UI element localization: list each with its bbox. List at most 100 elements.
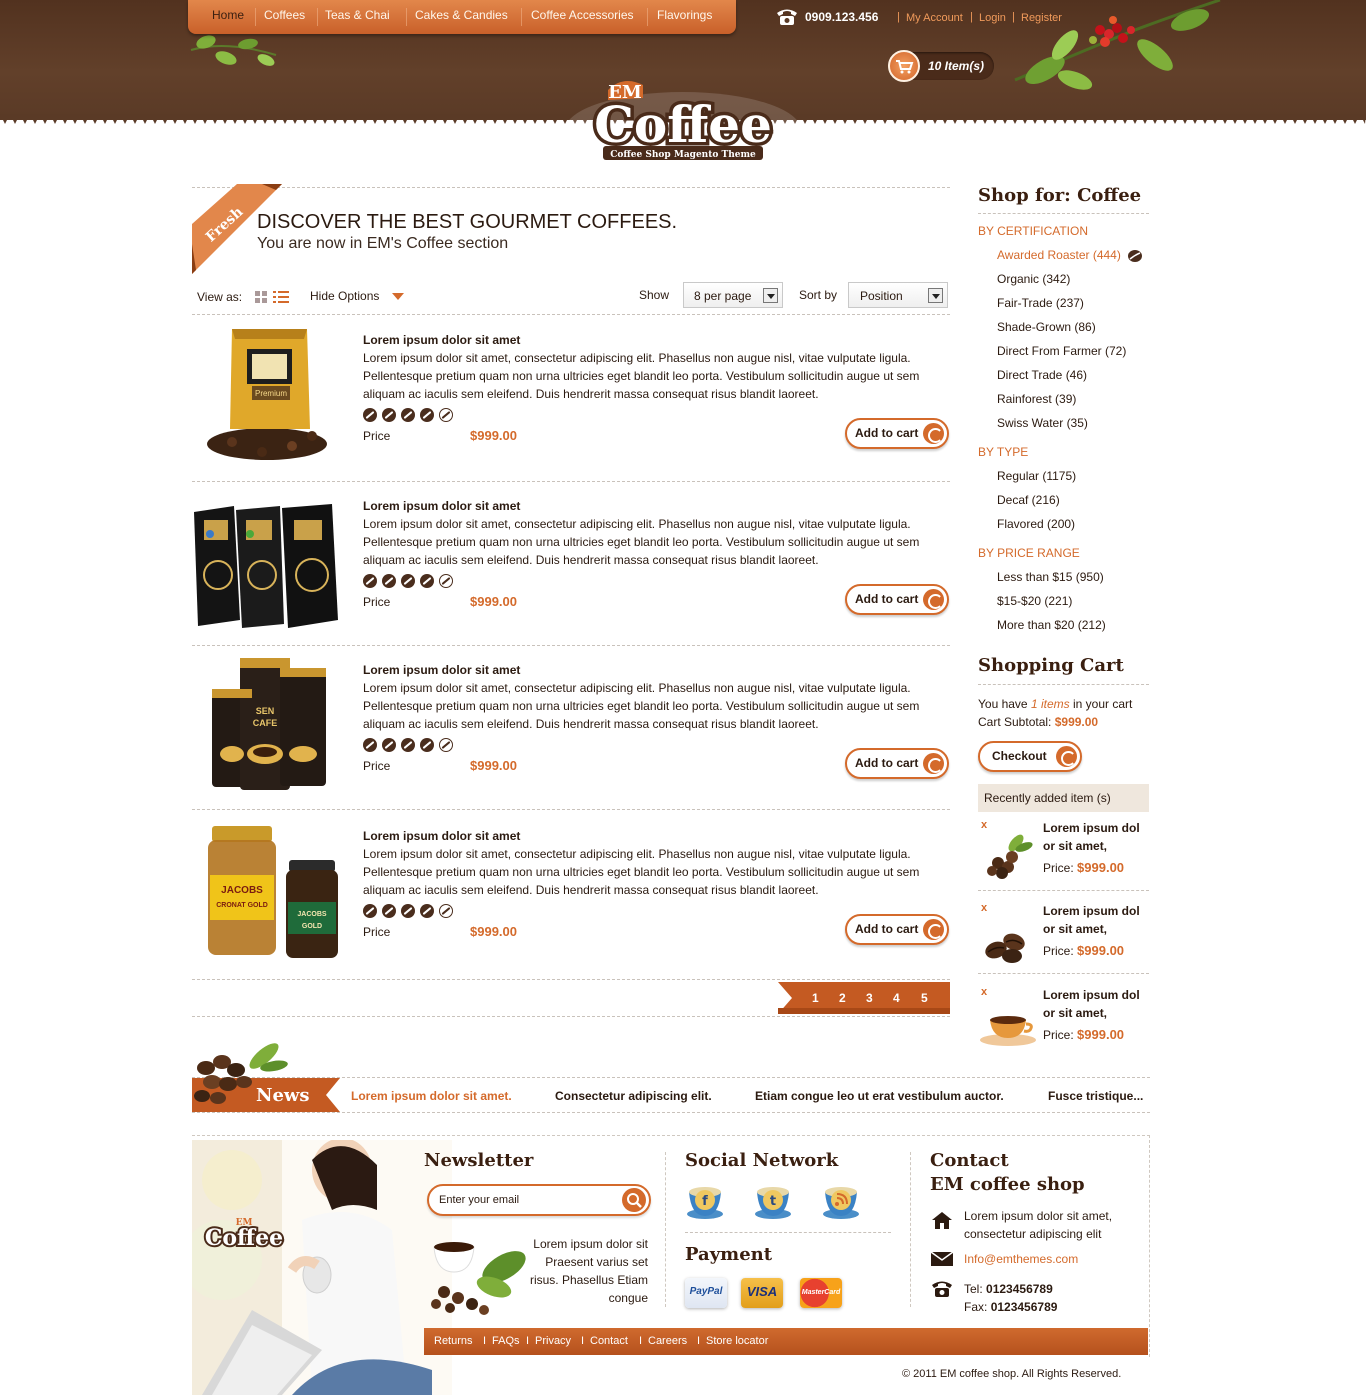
svg-text:f: f: [702, 1194, 708, 1209]
cart-items-link[interactable]: 1 items: [1031, 697, 1070, 711]
product-title[interactable]: Lorem ipsum dolor sit amet: [363, 829, 520, 843]
add-to-cart-button[interactable]: Add to cart: [845, 418, 949, 449]
contact-fax: Fax: 0123456789: [964, 1300, 1058, 1314]
bean-filled-icon: [382, 574, 396, 588]
svg-text:SEN: SEN: [256, 706, 275, 716]
grid-view-icon[interactable]: [255, 291, 267, 303]
filter-flavored[interactable]: Flavored (200): [997, 517, 1075, 531]
visa-icon: VISA: [741, 1278, 783, 1308]
filter-swiss-water[interactable]: Swiss Water (35): [997, 416, 1088, 430]
add-to-cart-button[interactable]: Add to cart: [845, 584, 949, 615]
news-item[interactable]: Consectetur adipiscing elit.: [555, 1089, 712, 1103]
recent-item-title[interactable]: Lorem ipsum dol or sit amet,: [1043, 902, 1153, 938]
footer-link-store-locator[interactable]: Store locator: [706, 1335, 768, 1347]
footer-link-returns[interactable]: Returns: [434, 1335, 473, 1347]
coffee-bean-icon: [923, 919, 944, 940]
filter-shade-grown[interactable]: Shade-Grown (86): [997, 320, 1096, 334]
category-headline: DISCOVER THE BEST GOURMET COFFEES.: [257, 211, 678, 233]
nav-teas-chai[interactable]: Teas & Chai: [325, 8, 390, 22]
svg-text:CRONAT GOLD: CRONAT GOLD: [216, 902, 268, 909]
my-account-link[interactable]: My Account: [906, 12, 963, 24]
news-item[interactable]: Lorem ipsum dolor sit amet.: [351, 1089, 512, 1103]
per-page-select[interactable]: 8 per page: [683, 282, 783, 308]
news-item[interactable]: Etiam congue leo ut erat vestibulum auct…: [755, 1089, 1004, 1103]
nav-home[interactable]: Home: [212, 8, 244, 22]
payment-heading: Payment: [685, 1244, 773, 1265]
rss-icon[interactable]: [821, 1182, 865, 1222]
filter-direct-trade[interactable]: Direct Trade (46): [997, 368, 1087, 382]
bean-filled-icon: [420, 904, 434, 918]
bean-filled-icon: [363, 574, 377, 588]
add-to-cart-button[interactable]: Add to cart: [845, 748, 949, 779]
recent-item-image[interactable]: [978, 996, 1038, 1048]
recent-item-title[interactable]: Lorem ipsum dol or sit amet,: [1043, 986, 1153, 1022]
nav-coffee-accessories[interactable]: Coffee Accessories: [531, 8, 634, 22]
bean-filled-icon: [382, 738, 396, 752]
product-title[interactable]: Lorem ipsum dolor sit amet: [363, 663, 520, 677]
svg-text:GOLD: GOLD: [302, 923, 322, 930]
filter-less-than-15[interactable]: Less than $15 (950): [997, 570, 1104, 584]
filter-rainforest[interactable]: Rainforest (39): [997, 392, 1076, 406]
product-description: Lorem ipsum dolor sit amet, consectetur …: [363, 681, 920, 731]
product-image[interactable]: SEN CAFE: [192, 654, 342, 799]
product-image[interactable]: JACOBS CRONAT GOLD JACOBS GOLD: [192, 820, 342, 965]
search-icon[interactable]: [622, 1188, 646, 1212]
nav-cakes-candies[interactable]: Cakes & Candies: [415, 8, 508, 22]
product-item: SEN CAFE Lorem ipsum dolor sit amet Lore…: [192, 654, 952, 809]
show-label: Show: [639, 288, 670, 302]
sort-by-select[interactable]: Position: [848, 282, 948, 308]
product-image[interactable]: [192, 490, 342, 635]
hide-options-toggle[interactable]: Hide Options: [310, 289, 379, 303]
filter-15-20[interactable]: $15-$20 (221): [997, 594, 1072, 608]
add-to-cart-button[interactable]: Add to cart: [845, 914, 949, 945]
login-link[interactable]: Login: [979, 12, 1006, 24]
product-title[interactable]: Lorem ipsum dolor sit amet: [363, 499, 520, 513]
bean-filled-icon: [363, 408, 377, 422]
product-title[interactable]: Lorem ipsum dolor sit amet: [363, 333, 520, 347]
contact-email-link[interactable]: Info@emthemes.com: [964, 1250, 1078, 1268]
recent-item-image[interactable]: [978, 912, 1038, 964]
footer-link-faqs[interactable]: FAQs: [492, 1335, 520, 1347]
product-price: $999.00: [470, 428, 517, 443]
filter-decaf[interactable]: Decaf (216): [997, 493, 1060, 507]
recent-item-image[interactable]: [978, 829, 1038, 881]
svg-text:CAFE: CAFE: [253, 718, 278, 728]
filter-more-than-20[interactable]: More than $20 (212): [997, 618, 1106, 632]
phone-icon: [777, 9, 797, 25]
filter-organic[interactable]: Organic (342): [997, 272, 1070, 286]
filter-awarded-roaster[interactable]: Awarded Roaster (444): [997, 248, 1121, 262]
recent-item-title[interactable]: Lorem ipsum dol or sit amet,: [1043, 819, 1153, 855]
product-image[interactable]: Premium: [192, 324, 342, 469]
page-1[interactable]: 1: [812, 991, 819, 1005]
footer-link-privacy[interactable]: Privacy: [535, 1335, 571, 1347]
price-label: Price: [363, 925, 391, 939]
footer-link-contact[interactable]: Contact: [590, 1335, 628, 1347]
list-view-icon[interactable]: [273, 291, 289, 303]
nav-flavorings[interactable]: Flavorings: [657, 8, 712, 22]
news-item[interactable]: Fusce tristique...: [1048, 1089, 1143, 1103]
page-3[interactable]: 3: [866, 991, 873, 1005]
register-link[interactable]: Register: [1021, 12, 1062, 24]
filter-regular[interactable]: Regular (1175): [997, 469, 1076, 483]
checkout-button[interactable]: Checkout: [978, 741, 1082, 772]
footer-link-careers[interactable]: Careers: [648, 1335, 687, 1347]
filter-fair-trade[interactable]: Fair-Trade (237): [997, 296, 1084, 310]
bean-filled-icon: [420, 738, 434, 752]
twitter-icon[interactable]: t: [753, 1182, 797, 1222]
chevron-down-icon[interactable]: [392, 293, 404, 301]
nav-coffees[interactable]: Coffees: [264, 8, 305, 22]
product-price: $999.00: [470, 594, 517, 609]
contact-address: Lorem ipsum dolor sit amet, consectetur …: [964, 1209, 1113, 1241]
header-cart[interactable]: 10 Item(s): [888, 50, 994, 82]
selected-bean-icon: [1128, 250, 1142, 262]
filter-direct-from-farmer[interactable]: Direct From Farmer (72): [997, 344, 1126, 358]
page-4[interactable]: 4: [893, 991, 900, 1005]
select-arrow-icon: [763, 288, 778, 303]
page-5[interactable]: 5: [921, 991, 928, 1005]
checkout-label: Checkout: [992, 749, 1047, 763]
facebook-icon[interactable]: f: [685, 1182, 729, 1222]
recent-item-price: Price: $999.00: [1043, 860, 1125, 875]
page-2[interactable]: 2: [839, 991, 846, 1005]
site-logo[interactable]: EM Coffee Coffee Shop Magento Theme: [563, 70, 803, 170]
newsletter-email-input[interactable]: Enter your email: [427, 1184, 651, 1216]
